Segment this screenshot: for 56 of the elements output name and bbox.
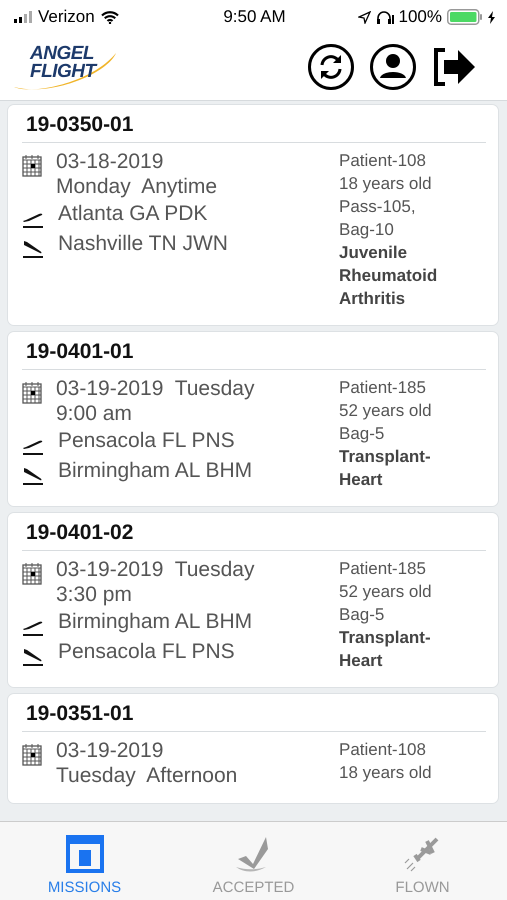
mission-date: 9:00 am: [56, 401, 133, 426]
passenger-baggage: Bag-5: [339, 604, 386, 626]
calendar-icon: [22, 744, 42, 766]
patient-age: 52 years old: [339, 400, 433, 422]
mission-number: 19-0401-02: [22, 521, 486, 551]
mission-number: 19-0351-01: [22, 702, 486, 732]
mission-date: 03-18-2019: [56, 149, 164, 174]
signal-icon: [14, 11, 32, 23]
passenger-baggage: Pass-105, Bag-10: [339, 196, 417, 241]
patient-id: Patient-108: [339, 150, 427, 172]
arrival-airport: Birmingham AL BHM: [58, 458, 252, 483]
calendar-icon: [22, 382, 42, 404]
battery-icon: [447, 9, 483, 25]
calendar-page-icon: [66, 835, 104, 873]
logout-button[interactable]: [431, 47, 477, 87]
calendar-icon: [22, 563, 42, 585]
departure-airport: Birmingham AL BHM: [58, 609, 252, 634]
mission-date: 03-19-2019 Tuesday: [56, 376, 254, 401]
mission-number: 19-0350-01: [22, 113, 486, 143]
status-time: 9:50 AM: [223, 7, 286, 27]
mission-card[interactable]: 19-0401-02 03-19-2019 Tuesday 3:30 pm Birmingham AL BHM Pensacola FL PNS Patient-185 52 years old Bag-5 Transplant-Heart: [7, 512, 499, 688]
mission-date: Monday Anytime: [56, 174, 218, 199]
logo-text: ANGEL: [30, 45, 94, 63]
refresh-button[interactable]: [307, 43, 355, 91]
mission-card[interactable]: 19-0401-01 03-19-2019 Tuesday 9:00 am Pensacola FL PNS Birmingham AL BHM Patient-185 52 years old Bag-5 Transplant-Heart: [7, 331, 499, 507]
mission-date: 3:30 pm: [56, 582, 133, 607]
patient-id: Patient-108: [339, 739, 427, 761]
charging-icon: [488, 10, 495, 24]
patient-id: Patient-185: [339, 558, 427, 580]
mission-card[interactable]: 19-0350-01 03-18-2019 Monday Anytime Atlanta GA PDK Nashville TN JWN Patient-108 18 years old Pass-105, Bag-10 Juvenile Rheumatoid Arthritis: [7, 104, 499, 326]
mission-number: 19-0401-01: [22, 340, 486, 370]
patient-age: 18 years old: [339, 762, 433, 784]
location-icon: [358, 10, 371, 24]
passenger-baggage: Bag-5: [339, 423, 386, 445]
diagnosis: Juvenile Rheumatoid Arthritis: [339, 242, 438, 310]
profile-button[interactable]: [369, 43, 417, 91]
departure-airport: Pensacola FL PNS: [58, 428, 235, 453]
diagnosis: Transplant-Heart: [339, 627, 432, 672]
patient-id: Patient-185: [339, 377, 427, 399]
wifi-icon: [100, 10, 119, 24]
diagnosis: Transplant-Heart: [339, 446, 432, 491]
logo-text: FLIGHT: [30, 63, 98, 81]
patient-age: 52 years old: [339, 581, 433, 603]
headphones-icon: [376, 10, 394, 24]
tab[interactable]: MISSIONS: [0, 822, 169, 900]
mission-date: 03-19-2019: [56, 738, 164, 763]
patient-age: 18 years old: [339, 173, 433, 195]
mission-date: Tuesday Afternoon: [56, 763, 238, 788]
mission-card[interactable]: 19-0351-01 03-19-2019 Tuesday Afternoon Patient-108 18 years old: [7, 693, 499, 804]
calendar-icon: [22, 155, 42, 177]
carrier-name: Verizon: [38, 7, 95, 27]
arrival-airport: Nashville TN JWN: [58, 231, 228, 256]
departure-airport: Atlanta GA PDK: [58, 201, 208, 226]
battery-percent: 100%: [398, 7, 442, 27]
arrival-airport: Pensacola FL PNS: [58, 639, 235, 664]
mission-date: 03-19-2019 Tuesday: [56, 557, 254, 582]
